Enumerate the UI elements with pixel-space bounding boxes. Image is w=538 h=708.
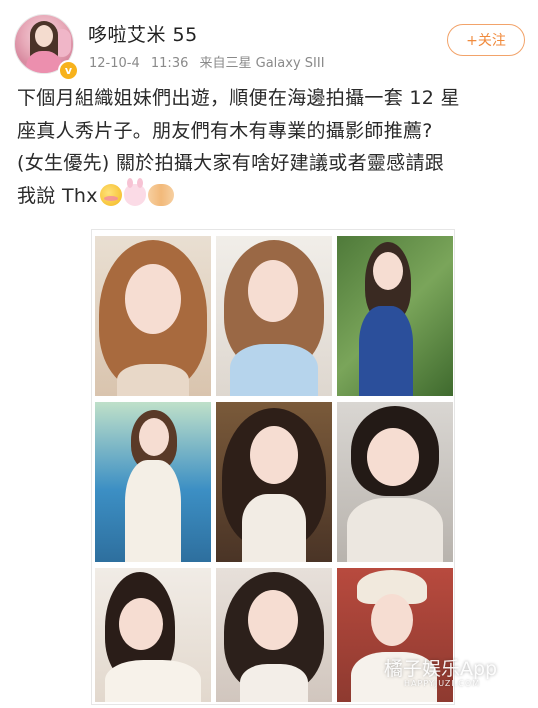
post-source: 来自三星 Galaxy SIII	[199, 56, 325, 71]
photo-portrait-4[interactable]	[95, 402, 211, 562]
post-text-line: (女生優先) 關於拍攝大家有啥好建議或者靈感請跟	[17, 152, 445, 174]
watermark-logo: 橘子娱乐App	[384, 658, 498, 680]
post-text: 下個月組織姐妹們出遊，順便在海邊拍攝一套 12 星 座真人秀片子。朋友們有木有專…	[17, 82, 529, 212]
photo-portrait-2[interactable]	[216, 236, 332, 396]
post-text-line: 我說 Thx	[17, 184, 98, 207]
weibo-post: v 哆啦艾米 55 12-10-4 11:36 来自三星 Galaxy SIII…	[0, 0, 538, 708]
verified-badge-icon: v	[58, 60, 79, 81]
photo-portrait-3[interactable]	[337, 236, 453, 396]
photo-portrait-7[interactable]	[95, 568, 211, 702]
post-time: 11:36	[150, 56, 189, 71]
photo-portrait-6[interactable]	[337, 402, 453, 562]
bashful-emoji-icon	[99, 183, 122, 206]
handshake-emoji-icon	[147, 183, 174, 206]
post-text-line-last: 我說 Thx	[17, 177, 529, 213]
post-date: 12-10-4	[89, 56, 140, 71]
follow-button[interactable]: +关注	[447, 24, 525, 56]
rabbit-emoji-icon	[123, 177, 146, 206]
photo-portrait-1[interactable]	[95, 236, 211, 396]
post-text-line: 下個月組織姐妹們出遊，順便在海邊拍攝一套 12 星	[17, 87, 460, 109]
post-meta: 12-10-4 11:36 来自三星 Galaxy SIII	[89, 52, 332, 71]
photo-portrait-8[interactable]	[216, 568, 332, 702]
photo-portrait-5[interactable]	[216, 402, 332, 562]
post-text-line: 座真人秀片子。朋友們有木有專業的攝影師推薦?	[17, 119, 433, 142]
photo-grid	[91, 229, 455, 705]
watermark-subtext: HAPPYJUZI.COM	[404, 679, 481, 688]
username[interactable]: 哆啦艾米 55	[88, 20, 198, 47]
avatar[interactable]: v	[14, 14, 79, 81]
